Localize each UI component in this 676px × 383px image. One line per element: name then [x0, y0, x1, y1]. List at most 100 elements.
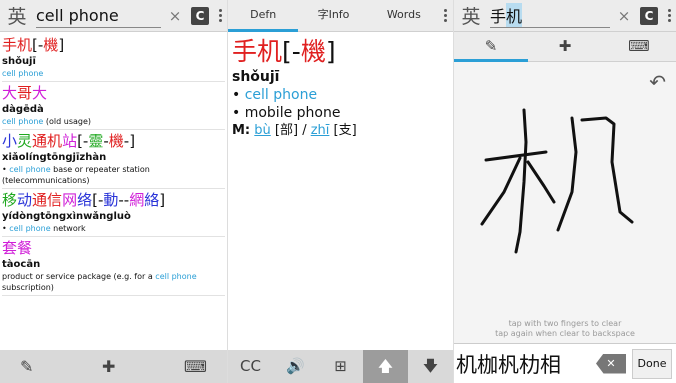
tab-defn[interactable]: Defn: [228, 0, 299, 32]
input-mode-tabs: ✎ ✚ ⌨: [454, 32, 676, 62]
measure-text: [部] /: [270, 123, 311, 138]
search-input[interactable]: cell phone: [36, 4, 161, 28]
stroke: [484, 150, 548, 162]
result-headword: 套餐: [2, 239, 225, 258]
up-arrow-icon[interactable]: 🡅: [363, 350, 408, 383]
hanzi: --: [118, 191, 130, 209]
results-list: 手机[-機] shǒujī cell phone 大哥大 dàgēdà cell phon…: [0, 32, 227, 298]
keyboard-icon[interactable]: ⌨: [602, 32, 676, 62]
hanzi: 大: [32, 84, 48, 102]
hanzi: 手: [232, 37, 258, 66]
overflow-menu-icon[interactable]: [666, 9, 672, 22]
result-headword: 移动通信网络[-動--網絡]: [2, 191, 225, 210]
definition-body: 手机[-機] shǒujī • cell phone • mobile phon…: [228, 32, 453, 144]
tab-words[interactable]: Words: [369, 0, 439, 32]
hanzi: 機: [300, 37, 326, 66]
overflow-menu-icon[interactable]: [217, 9, 223, 22]
hint-line: tap again when clear to backspace: [495, 329, 635, 338]
hanzi: 大: [2, 84, 18, 102]
hanzi: 手: [2, 36, 18, 54]
puzzle-icon[interactable]: ✚: [528, 32, 602, 62]
result-pinyin: shǒujī: [2, 56, 36, 67]
definition-line: • mobile phone: [232, 105, 341, 121]
hanzi: -]: [123, 132, 136, 150]
headword: 手机[-機]: [232, 36, 449, 68]
hanzi: 机: [17, 36, 33, 54]
results-pane: 英 cell phone × C 手机[-機] shǒujī cell phone 大…: [0, 0, 227, 383]
measure-link-zhi[interactable]: zhī: [311, 123, 330, 138]
down-arrow-icon[interactable]: 🡇: [408, 350, 453, 383]
stroke: [526, 160, 556, 204]
definition-pane: Defn 字Info Words 手机[-機] shǒujī • cell ph…: [227, 0, 453, 383]
search-header: 英 cell phone × C: [0, 0, 227, 32]
result-item[interactable]: 大哥大 dàgēdà cell phone (old usage): [2, 82, 225, 130]
hanzi: 機: [43, 36, 59, 54]
handwriting-canvas[interactable]: [454, 62, 676, 341]
pinyin: shǒujī: [232, 69, 280, 85]
hanzi: ]: [325, 37, 336, 66]
language-toggle[interactable]: 英: [458, 2, 484, 29]
definition-text: subscription): [2, 283, 54, 292]
cc-button[interactable]: CC: [228, 350, 273, 383]
definition-text: (old usage): [43, 117, 92, 126]
hanzi: 機: [108, 132, 124, 150]
clear-icon[interactable]: ×: [616, 7, 632, 25]
overflow-menu-icon[interactable]: [439, 9, 453, 22]
brush-icon[interactable]: ✎: [20, 357, 33, 376]
result-item[interactable]: 套餐 tàocān product or service package (e.g.…: [2, 237, 225, 296]
result-definition: cell phone (old usage): [2, 116, 225, 127]
definition-line: • cell phone: [232, 86, 449, 104]
result-pinyin: dàgēdà: [2, 104, 44, 115]
done-button[interactable]: Done: [632, 348, 672, 379]
hanzi: ]: [58, 36, 65, 54]
hanzi: 移: [2, 191, 18, 209]
hanzi: 餐: [17, 239, 33, 257]
clipboard-button[interactable]: C: [191, 6, 209, 25]
handwriting-pane: 英 手机 × C ✎ ✚ ⌨ ↶ tap with two fingers to…: [453, 0, 676, 383]
puzzle-icon[interactable]: ✚: [102, 357, 115, 376]
bottom-toolbar: CC 🔊 ⊞ 🡅 🡇: [228, 350, 453, 383]
hanzi: 信: [47, 191, 63, 209]
hanzi: ]: [159, 191, 166, 209]
result-item[interactable]: 移动通信网络[-動--網絡] yídòngtōngxìnwǎngluò • cell…: [2, 189, 225, 237]
hanzi: 哥: [17, 84, 33, 102]
stroke: [556, 116, 578, 232]
hanzi: [-: [32, 36, 44, 54]
definition-text[interactable]: cell phone: [245, 87, 317, 103]
candidate-list[interactable]: 机枷杋朸相: [454, 349, 596, 379]
hanzi: 机: [257, 37, 283, 66]
hanzi: 絡: [144, 191, 160, 209]
hanzi: 網: [129, 191, 145, 209]
hanzi: 动: [17, 191, 33, 209]
result-item[interactable]: 小灵通机站[-靈-機-] xiǎolíngtōngjīzhàn • cell pho…: [2, 130, 225, 189]
plus-icon[interactable]: ⊞: [318, 350, 363, 383]
hanzi: 灵: [17, 132, 33, 150]
language-toggle[interactable]: 英: [4, 2, 30, 29]
measure-words: M: bù [部] / zhī [支]: [232, 122, 449, 140]
result-pinyin: yídòngtōngxìnwǎngluò: [2, 211, 131, 222]
measure-text: [支]: [329, 123, 357, 138]
hanzi: 靈: [88, 132, 104, 150]
hanzi: [-: [282, 37, 301, 66]
stroke: [480, 156, 522, 226]
brush-icon[interactable]: ✎: [454, 32, 528, 62]
measure-link-bu[interactable]: bù: [254, 123, 271, 138]
clear-icon[interactable]: ×: [167, 7, 183, 25]
hanzi: 机: [47, 132, 63, 150]
result-pinyin: xiǎolíngtōngjīzhàn: [2, 152, 107, 163]
speaker-icon[interactable]: 🔊: [273, 350, 318, 383]
hanzi: 動: [103, 191, 119, 209]
result-definition: cell phone: [2, 68, 225, 79]
result-headword: 小灵通机站[-靈-機-]: [2, 132, 225, 151]
clipboard-button[interactable]: C: [640, 6, 658, 25]
definition-text: cell phone: [2, 117, 44, 126]
stroke: [514, 108, 528, 254]
result-item[interactable]: 手机[-機] shǒujī cell phone: [2, 34, 225, 82]
search-input[interactable]: 手机: [490, 3, 610, 28]
hanzi: 套: [2, 239, 18, 257]
hanzi: 络: [77, 191, 93, 209]
search-text: 手: [490, 7, 507, 26]
backspace-icon[interactable]: ✕: [596, 353, 626, 374]
tab-char-info[interactable]: 字Info: [298, 0, 368, 32]
keyboard-icon[interactable]: ⌨: [184, 357, 207, 376]
